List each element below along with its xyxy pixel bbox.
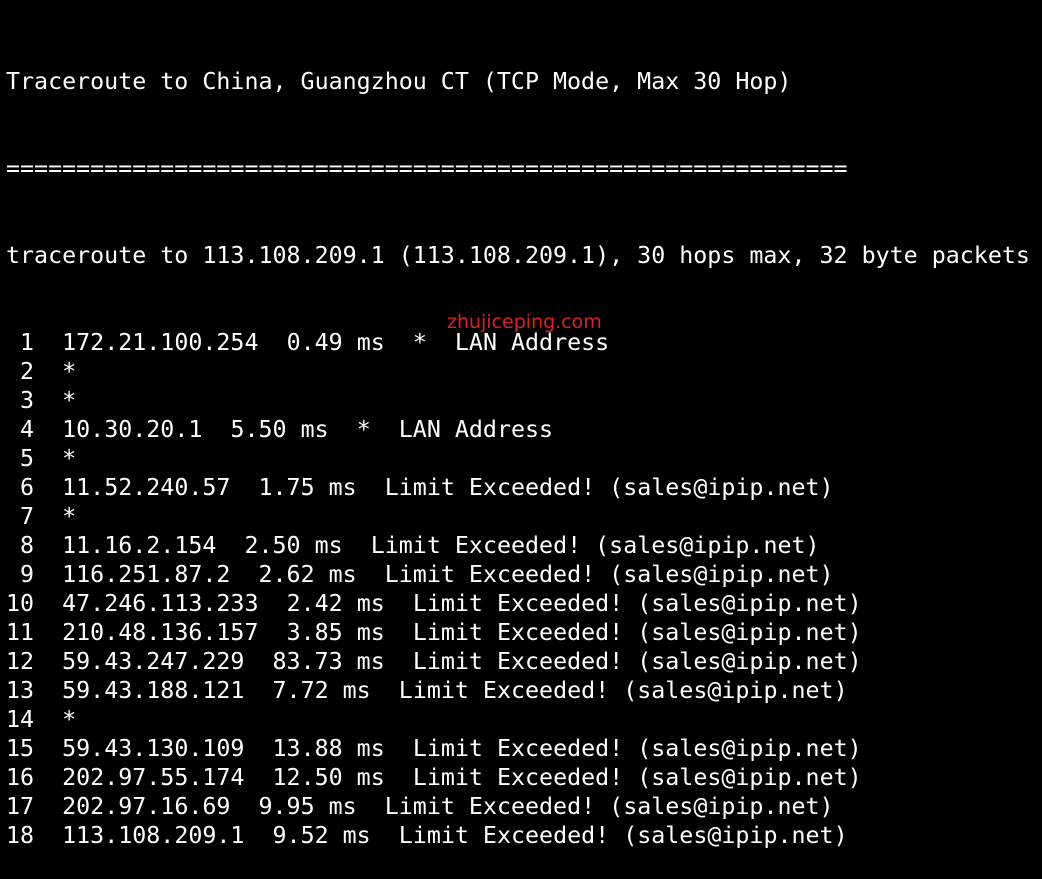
hop-row: 11 210.48.136.157 3.85 ms Limit Exceeded… [6, 618, 1042, 647]
hop-rtt: 5.50 ms [230, 416, 329, 443]
hop-number: 14 [6, 706, 35, 733]
hop-rtt: 0.49 ms [286, 329, 385, 356]
hop-row: 2 * [6, 357, 1042, 386]
traceroute-title: Traceroute to China, Guangzhou CT (TCP M… [6, 68, 792, 95]
hop-row: 10 47.246.113.233 2.42 ms Limit Exceeded… [6, 589, 1042, 618]
hop-address: 59.43.130.109 [62, 735, 245, 762]
hop-row: 7 * [6, 502, 1042, 531]
hop-rtt: 1.75 ms [258, 474, 357, 501]
hop-info: Limit Exceeded! (sales@ipip.net) [370, 532, 820, 559]
hop-address: 59.43.247.229 [62, 648, 245, 675]
hop-row: 8 11.16.2.154 2.50 ms Limit Exceeded! (s… [6, 531, 1042, 560]
hop-rtt: 9.52 ms [272, 822, 371, 849]
hop-address: * [62, 358, 77, 385]
hop-address: * [62, 445, 77, 472]
hop-address: 47.246.113.233 [62, 590, 259, 617]
hop-info: Limit Exceeded! (sales@ipip.net) [384, 474, 834, 501]
hop-number: 9 [6, 561, 35, 588]
hop-address: 116.251.87.2 [62, 561, 231, 588]
hop-number: 15 [6, 735, 35, 762]
hop-address: 113.108.209.1 [62, 822, 245, 849]
hop-number: 10 [6, 590, 35, 617]
hop-row: 4 10.30.20.1 5.50 ms * LAN Address [6, 415, 1042, 444]
hop-rtt: 3.85 ms [286, 619, 385, 646]
hop-row: 12 59.43.247.229 83.73 ms Limit Exceeded… [6, 647, 1042, 676]
hop-rtt: 9.95 ms [258, 793, 357, 820]
hop-row: 6 11.52.240.57 1.75 ms Limit Exceeded! (… [6, 473, 1042, 502]
hop-rtt: 2.50 ms [244, 532, 343, 559]
hop-row: 18 113.108.209.1 9.52 ms Limit Exceeded!… [6, 821, 1042, 850]
hop-number: 2 [6, 358, 35, 385]
hop-info: Limit Exceeded! (sales@ipip.net) [412, 735, 862, 762]
hop-info: Limit Exceeded! (sales@ipip.net) [412, 648, 862, 675]
hop-address: 11.16.2.154 [62, 532, 217, 559]
hop-info: Limit Exceeded! (sales@ipip.net) [398, 822, 848, 849]
hop-number: 4 [6, 416, 35, 443]
hop-row: 9 116.251.87.2 2.62 ms Limit Exceeded! (… [6, 560, 1042, 589]
hop-rtt: 2.42 ms [286, 590, 385, 617]
hop-row: 17 202.97.16.69 9.95 ms Limit Exceeded! … [6, 792, 1042, 821]
hop-row: 15 59.43.130.109 13.88 ms Limit Exceeded… [6, 734, 1042, 763]
hop-number: 17 [6, 793, 35, 820]
hop-info: Limit Exceeded! (sales@ipip.net) [412, 590, 862, 617]
hop-address: 11.52.240.57 [62, 474, 231, 501]
hop-number: 18 [6, 822, 35, 849]
hop-info: Limit Exceeded! (sales@ipip.net) [412, 764, 862, 791]
traceroute-command-line: traceroute to 113.108.209.1 (113.108.209… [6, 242, 1030, 269]
hop-rtt: 13.88 ms [272, 735, 385, 762]
hop-list: 1 172.21.100.254 0.49 ms * LAN Address 2… [6, 328, 1042, 850]
hop-address: * [62, 706, 77, 733]
hop-number: 1 [6, 329, 35, 356]
hop-number: 12 [6, 648, 35, 675]
terminal-output[interactable]: Traceroute to China, Guangzhou CT (TCP M… [0, 0, 1042, 849]
hop-number: 7 [6, 503, 35, 530]
hop-number: 5 [6, 445, 35, 472]
hop-row: 5 * [6, 444, 1042, 473]
hop-rtt: 2.62 ms [258, 561, 357, 588]
hop-info: * LAN Address [356, 416, 554, 443]
hop-rtt: 83.73 ms [272, 648, 385, 675]
hop-rtt: 7.72 ms [272, 677, 371, 704]
hop-number: 13 [6, 677, 35, 704]
hop-address: 10.30.20.1 [62, 416, 203, 443]
hop-number: 6 [6, 474, 35, 501]
hop-address: 202.97.55.174 [62, 764, 245, 791]
hop-rtt: 12.50 ms [272, 764, 385, 791]
hop-info: Limit Exceeded! (sales@ipip.net) [412, 619, 862, 646]
hop-address: 59.43.188.121 [62, 677, 245, 704]
hop-row: 13 59.43.188.121 7.72 ms Limit Exceeded!… [6, 676, 1042, 705]
hop-number: 16 [6, 764, 35, 791]
hop-address: 210.48.136.157 [62, 619, 259, 646]
hop-address: * [62, 387, 77, 414]
hop-row: 14 * [6, 705, 1042, 734]
separator-line: ========================================… [6, 155, 848, 182]
hop-info: Limit Exceeded! (sales@ipip.net) [384, 561, 834, 588]
hop-address: * [62, 503, 77, 530]
hop-info: Limit Exceeded! (sales@ipip.net) [384, 793, 834, 820]
hop-info: Limit Exceeded! (sales@ipip.net) [398, 677, 848, 704]
hop-row: 1 172.21.100.254 0.49 ms * LAN Address [6, 328, 1042, 357]
hop-address: 172.21.100.254 [62, 329, 259, 356]
hop-row: 3 * [6, 386, 1042, 415]
hop-number: 3 [6, 387, 35, 414]
hop-number: 8 [6, 532, 35, 559]
hop-info: * LAN Address [412, 329, 610, 356]
hop-number: 11 [6, 619, 35, 646]
hop-row: 16 202.97.55.174 12.50 ms Limit Exceeded… [6, 763, 1042, 792]
hop-address: 202.97.16.69 [62, 793, 231, 820]
